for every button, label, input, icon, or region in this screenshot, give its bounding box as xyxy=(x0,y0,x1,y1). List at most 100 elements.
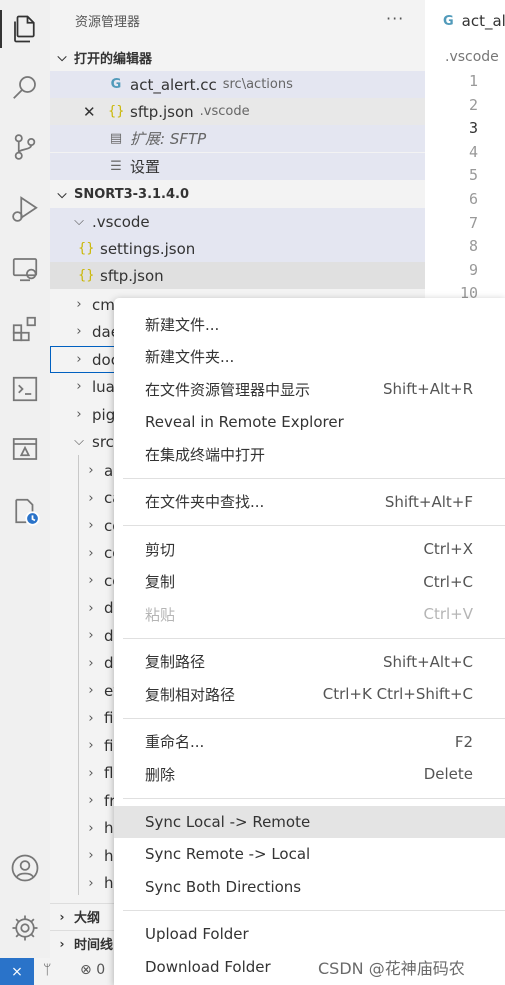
open-editor-desc: src\actions xyxy=(222,77,293,92)
menu-separator xyxy=(123,525,505,526)
open-editor-desc: .vscode xyxy=(199,104,250,119)
menu-item[interactable]: 新建文件夹... xyxy=(114,341,505,373)
chevron-right-icon: › xyxy=(59,909,65,924)
menu-item[interactable]: 删除 Delete xyxy=(114,758,505,790)
menu-item-label: Sync Both Directions xyxy=(145,877,302,896)
menu-item[interactable]: 新建文件... xyxy=(114,308,505,340)
chevron-right-icon: › xyxy=(76,324,82,339)
source-control-status-icon[interactable]: ᛘ xyxy=(43,962,51,978)
open-editor-item[interactable]: ▤ 扩展: SFTP xyxy=(50,125,425,152)
menu-item[interactable]: 在文件夹中查找... Shift+Alt+F xyxy=(114,486,505,518)
line-number: 1 xyxy=(468,72,478,90)
chevron-right-icon: › xyxy=(88,683,94,698)
tree-file[interactable]: {} settings.json xyxy=(50,235,425,262)
cpp-file-icon: G xyxy=(443,13,454,29)
menu-item-shortcut: Delete xyxy=(423,765,473,783)
search-icon[interactable] xyxy=(0,62,50,112)
more-actions-button[interactable]: ··· xyxy=(386,9,404,28)
menu-item[interactable]: Sync Remote -> Local xyxy=(114,838,505,870)
extension-page-icon: ▤ xyxy=(109,131,123,146)
chevron-right-icon: › xyxy=(88,848,94,863)
remote-indicator[interactable]: ⨯ xyxy=(0,958,34,985)
chevron-right-icon: › xyxy=(76,297,82,312)
chevron-right-icon: › xyxy=(88,793,94,808)
chevron-right-icon: › xyxy=(59,936,65,951)
source-control-icon[interactable] xyxy=(0,122,50,172)
chevron-right-icon: › xyxy=(88,518,94,533)
editor-tab[interactable]: G act_al xyxy=(425,0,505,42)
remote-explorer-icon[interactable] xyxy=(0,244,50,294)
json-file-icon: {} xyxy=(78,241,95,256)
menu-item-label: Download Folder xyxy=(145,957,271,976)
tree-folder-label: d xyxy=(104,626,114,645)
open-editors-label: 打开的编辑器 xyxy=(74,51,153,67)
menu-item[interactable]: 复制相对路径 Ctrl+K Ctrl+Shift+C xyxy=(114,678,505,710)
chevron-right-icon: › xyxy=(88,490,94,506)
menu-item-label: 重命名... xyxy=(145,733,205,751)
menu-item[interactable]: 剪切 Ctrl+X xyxy=(114,533,505,565)
menu-separator xyxy=(123,637,505,639)
menu-item-label: 新建文件夹... xyxy=(145,348,235,366)
open-editor-name: sftp.json xyxy=(130,102,194,121)
menu-item[interactable]: Upload Folder xyxy=(114,918,505,950)
activity-bar xyxy=(0,0,50,958)
menu-item-label: 在集成终端中打开 xyxy=(145,445,266,464)
menu-item[interactable]: 重命名... F2 xyxy=(114,726,505,758)
breadcrumb[interactable]: .vscode xyxy=(445,49,499,65)
menu-item[interactable]: Sync Local -> Remote xyxy=(114,805,505,838)
manage-gear-icon[interactable] xyxy=(0,903,50,953)
chevron-down-icon: ⌵ xyxy=(57,186,67,201)
chevron-right-icon: › xyxy=(76,407,82,422)
chevron-right-icon: › xyxy=(88,820,94,836)
close-icon[interactable]: ✕ xyxy=(83,103,101,121)
menu-item-label: 粘贴 xyxy=(145,605,176,624)
tree-folder-label: lua xyxy=(92,377,115,396)
error-count: 0 xyxy=(96,962,106,978)
menu-item[interactable]: 在文件资源管理器中显示 Shift+Alt+R xyxy=(114,373,505,405)
line-number: 9 xyxy=(468,260,478,279)
workspace-label: SNORT3-3.1.4.0 xyxy=(74,186,190,202)
menu-item[interactable]: Reveal in Remote Explorer xyxy=(114,406,505,438)
history-icon[interactable] xyxy=(0,486,50,536)
menu-item-label: Sync Local -> Remote xyxy=(145,812,311,831)
menu-item-shortcut: Ctrl+K Ctrl+Shift+C xyxy=(322,685,473,703)
line-number: 2 xyxy=(468,95,478,114)
timeline-label: 时间线 xyxy=(74,938,114,953)
open-editors-header[interactable]: ⌵ 打开的编辑器 xyxy=(50,44,425,70)
explorer-icon[interactable] xyxy=(0,4,50,54)
menu-item[interactable]: 复制路径 Shift+Alt+C xyxy=(114,646,505,678)
outline-label: 大纲 xyxy=(74,911,101,926)
chevron-right-icon: › xyxy=(88,765,94,781)
account-icon[interactable] xyxy=(0,843,50,893)
tree-file-label: sftp.json xyxy=(100,266,164,285)
tree-folder-label: pig xyxy=(92,405,116,424)
menu-item[interactable]: 复制 Ctrl+C xyxy=(114,566,505,598)
open-editor-name: 设置 xyxy=(130,158,161,176)
open-editor-name: act_alert.cc xyxy=(130,75,217,94)
tree-file[interactable]: {} sftp.json xyxy=(50,262,425,289)
chevron-down-icon: ⌵ xyxy=(74,214,84,229)
extensions-icon[interactable] xyxy=(0,304,50,354)
json-file-icon: {} xyxy=(108,104,125,119)
tree-folder-label: .vscode xyxy=(92,212,150,231)
workspace-header[interactable]: ⌵ SNORT3-3.1.4.0 xyxy=(50,181,425,207)
panel-icon[interactable] xyxy=(0,424,50,474)
menu-item[interactable]: 在集成终端中打开 xyxy=(114,438,505,470)
open-editor-item[interactable]: ☰ 设置 xyxy=(50,153,425,180)
open-editor-item[interactable]: ✕ {} sftp.json .vscode xyxy=(50,98,425,125)
terminal-icon[interactable] xyxy=(0,364,50,414)
line-number: 6 xyxy=(468,190,478,208)
menu-item-shortcut: Shift+Alt+F xyxy=(384,492,473,511)
open-editor-item[interactable]: G act_alert.cc src\actions xyxy=(50,71,425,98)
chevron-right-icon: › xyxy=(88,875,94,891)
menu-item-label: Upload Folder xyxy=(145,925,249,943)
chevron-right-icon: › xyxy=(76,352,82,367)
menu-item[interactable]: Sync Both Directions xyxy=(114,871,505,903)
chevron-down-icon: ⌵ xyxy=(74,434,84,449)
run-debug-icon[interactable] xyxy=(0,184,50,234)
problems-status[interactable]: ⊗ 0 xyxy=(80,962,105,978)
tree-folder[interactable]: ⌵ .vscode xyxy=(50,208,425,235)
menu-separator xyxy=(123,797,505,799)
tree-folder-label: cm xyxy=(92,295,115,314)
line-number: 5 xyxy=(468,166,478,185)
